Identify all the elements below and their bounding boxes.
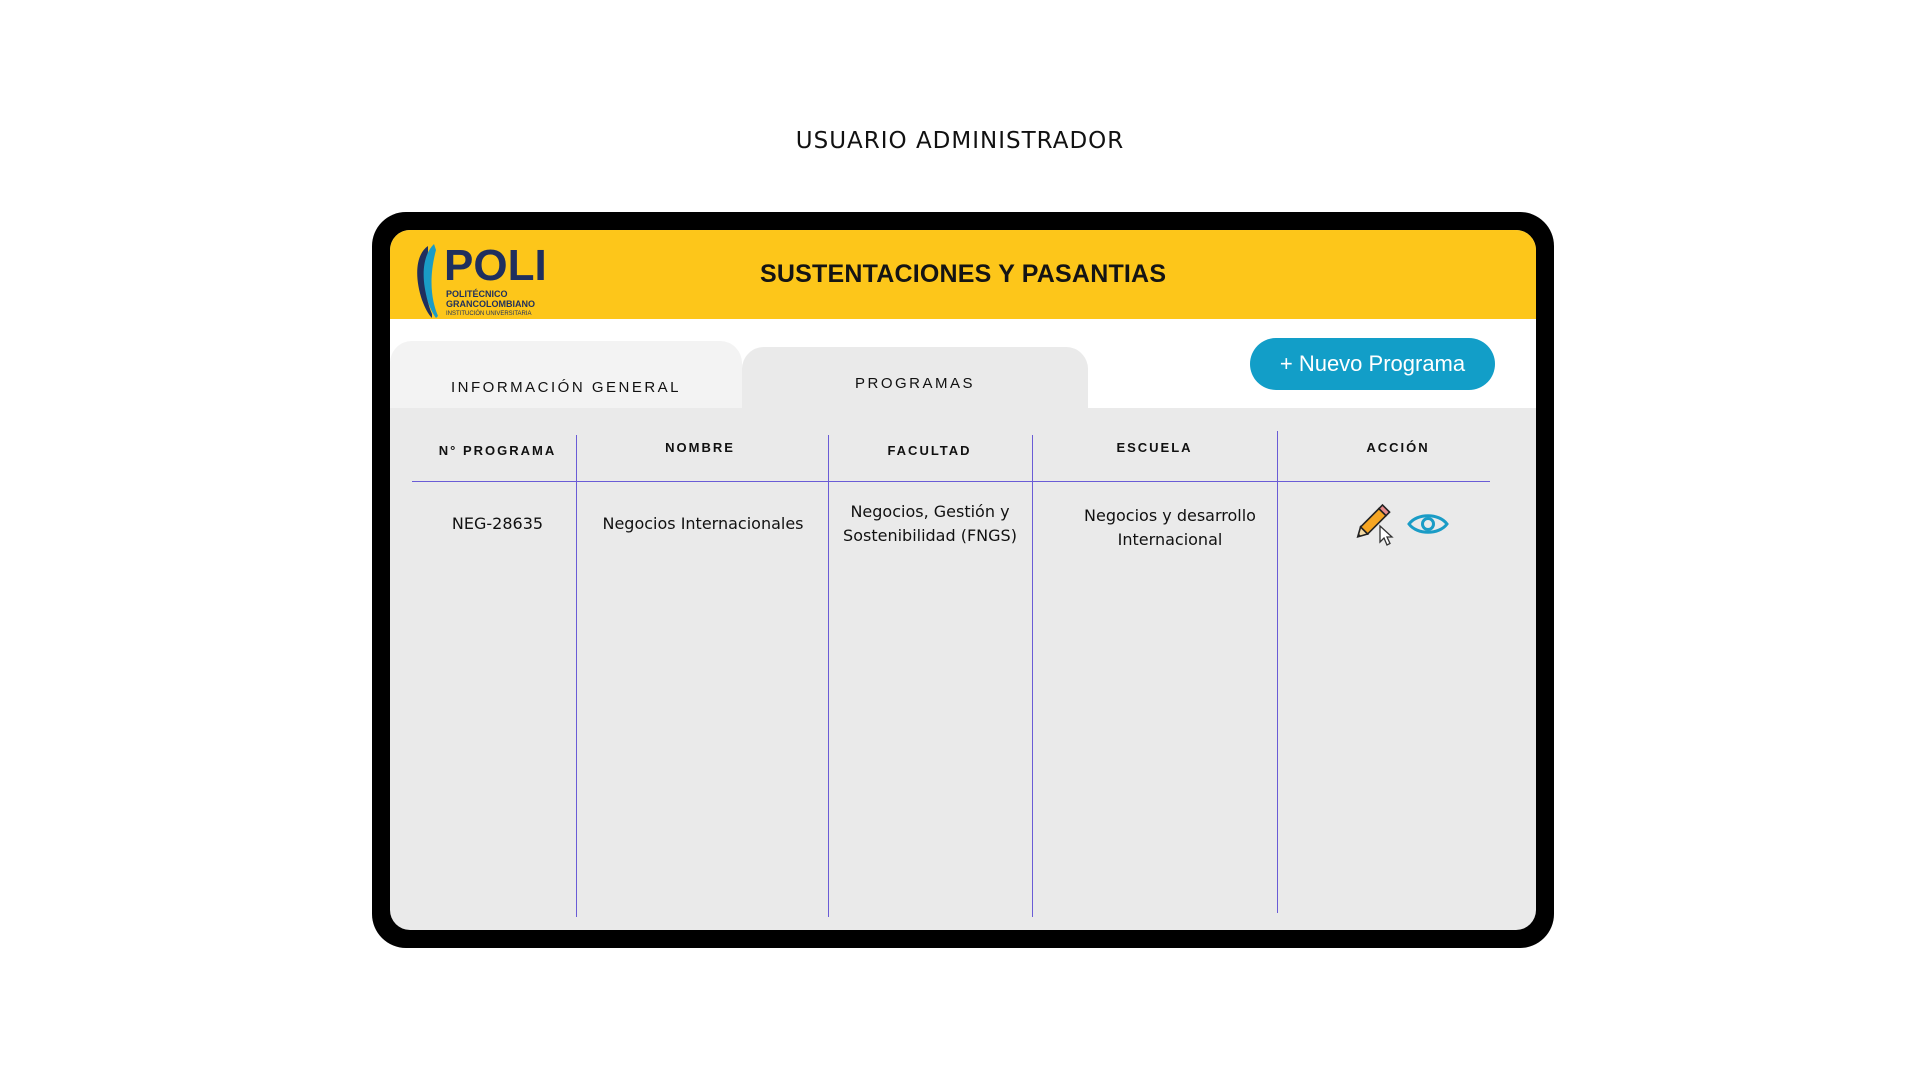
header-bar: POLI POLITÉCNICO GRANCOLOMBIANO INSTITUC… [390, 230, 1536, 319]
page-heading: USUARIO ADMINISTRADOR [795, 128, 1125, 154]
cell-escuela-line-1: Negocios y desarrollo [1084, 506, 1256, 525]
cell-facultad-line-2: Sostenibilidad (FNGS) [843, 526, 1017, 545]
column-divider [1032, 435, 1033, 917]
column-divider [828, 435, 829, 917]
logo-line-3: INSTITUCIÓN UNIVERSITARIA [446, 310, 532, 317]
column-header-nombre: NOMBRE [665, 440, 735, 455]
cell-facultad-line-1: Negocios, Gestión y [850, 502, 1010, 521]
column-header-escuela: ESCUELA [1116, 440, 1193, 455]
new-program-button[interactable]: + Nuevo Programa [1250, 338, 1495, 390]
logo-line-2: GRANCOLOMBIANO [446, 299, 535, 309]
column-divider [576, 435, 577, 917]
cell-escuela-line-2: Internacional [1117, 530, 1223, 549]
column-header-facultad: FACULTAD [887, 443, 972, 458]
tab-programas[interactable]: PROGRAMAS [742, 347, 1088, 408]
logo-wordmark: POLI [444, 241, 547, 290]
tablet-frame: POLI POLITÉCNICO GRANCOLOMBIANO INSTITUC… [372, 212, 1554, 948]
poli-logo: POLI POLITÉCNICO GRANCOLOMBIANO INSTITUC… [417, 241, 547, 318]
cell-escuela: Negocios y desarrollo Internacional [1050, 504, 1290, 552]
column-header-numero: N° PROGRAMA [438, 443, 557, 458]
app-screen: POLI POLITÉCNICO GRANCOLOMBIANO INSTITUC… [390, 230, 1536, 930]
pencil-icon[interactable] [1356, 500, 1400, 546]
eye-icon[interactable] [1406, 510, 1450, 538]
app-title: SUSTENTACIONES Y PASANTIAS [760, 260, 1167, 288]
cell-numero: NEG-28635 [451, 514, 544, 533]
logo-line-1: POLITÉCNICO [446, 289, 508, 299]
cursor-icon [1379, 524, 1394, 546]
header-divider [412, 481, 1490, 482]
tab-informacion-general[interactable]: INFORMACIÓN GENERAL [390, 341, 742, 408]
cell-nombre: Negocios Internacionales [602, 514, 804, 533]
cell-facultad: Negocios, Gestión y Sostenibilidad (FNGS… [830, 500, 1030, 548]
column-header-accion: ACCIÓN [1366, 440, 1430, 455]
